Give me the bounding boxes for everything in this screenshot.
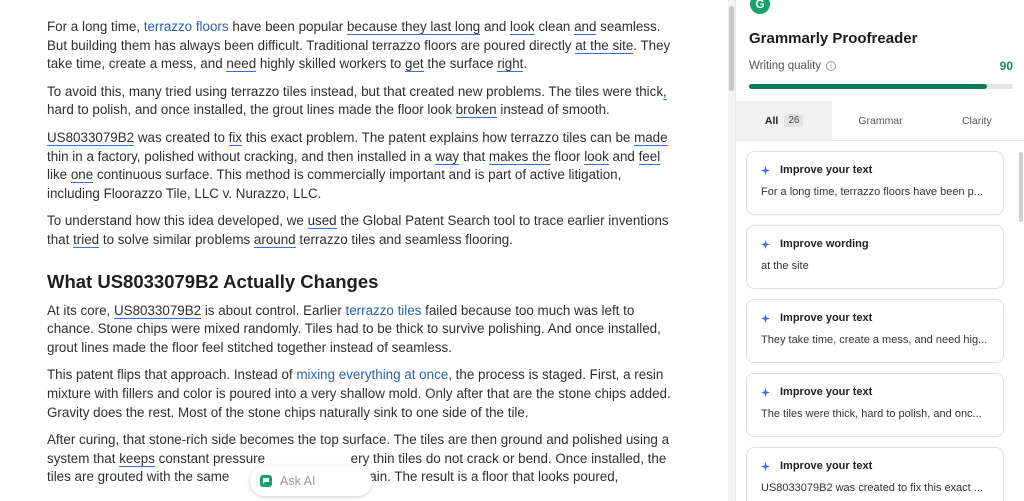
suggestion-type: Improve your text <box>780 386 873 398</box>
tab-all-count: 26 <box>784 114 804 127</box>
suggestion-type: Improve wording <box>780 238 869 250</box>
tab-clarity[interactable]: Clarity <box>929 101 1024 140</box>
link-mixing-everything[interactable]: mixing everything at once <box>296 367 448 382</box>
link-terrazzo-tiles[interactable]: terrazzo tiles <box>346 303 422 318</box>
info-icon[interactable]: i <box>826 61 837 71</box>
suggestion-underline[interactable]: , <box>663 83 667 100</box>
writing-quality-score: 90 <box>999 59 1013 73</box>
suggestion-text: The tiles were thick, hard to polish, an… <box>761 408 982 420</box>
paragraph-5[interactable]: At its core, US8033079B2 is about contro… <box>47 302 672 358</box>
suggestion-underline[interactable]: one <box>70 167 94 184</box>
document-body[interactable]: For a long time, terrazzo floors have be… <box>47 18 672 496</box>
suggestion-underline[interactable]: and <box>574 19 597 35</box>
sparkle-icon <box>761 313 770 323</box>
suggestion-underline[interactable]: tried <box>73 231 100 248</box>
suggestion-underline[interactable]: feel <box>638 148 661 165</box>
sparkle-icon <box>761 461 770 471</box>
editor-scrollbar[interactable] <box>728 0 735 501</box>
suggestion-underline[interactable]: right <box>497 56 524 73</box>
chat-bubble-icon <box>260 475 272 487</box>
tab-all[interactable]: All 26 <box>736 101 833 140</box>
suggestion-underline[interactable]: at the site <box>575 37 634 54</box>
writing-quality-bar-fill <box>749 84 987 89</box>
link-terrazzo-floors[interactable]: terrazzo floors <box>144 19 229 34</box>
suggestion-type: Improve your text <box>780 312 873 324</box>
document-editor[interactable]: For a long time, terrazzo floors have be… <box>0 0 728 501</box>
suggestion-text: For a long time, terrazzo floors have be… <box>761 186 983 198</box>
tab-grammar[interactable]: Grammar <box>832 101 928 140</box>
writing-quality-label: Writing quality <box>749 60 822 72</box>
editor-scrollbar-thumb[interactable] <box>729 6 734 91</box>
sparkle-icon <box>761 387 770 397</box>
suggestion-underline[interactable]: broken <box>455 102 497 119</box>
suggestion-tabs: All 26 Grammar Clarity <box>736 101 1024 141</box>
paragraph-1[interactable]: For a long time, terrazzo floors have be… <box>47 18 672 74</box>
suggestion-card[interactable]: Improve your text They take time, create… <box>746 299 1004 363</box>
paragraph-3[interactable]: US8033079B2 was created to fix this exac… <box>47 129 672 203</box>
section-heading: What US8033079B2 Actually Changes <box>47 270 379 292</box>
sparkle-icon <box>761 239 770 249</box>
suggestion-underline[interactable]: need <box>226 56 257 73</box>
suggestion-card[interactable]: Improve your text The tiles were thick, … <box>746 373 1004 437</box>
suggestion-underline[interactable]: way <box>435 148 460 165</box>
suggestion-card[interactable]: Improve wording at the site <box>746 225 1004 289</box>
suggestion-card[interactable]: Improve your text US8033079B2 was create… <box>746 447 1004 501</box>
paragraph-6[interactable]: This patent flips that approach. Instead… <box>47 366 672 422</box>
grammarly-panel: G Grammarly Proofreader Writing quality … <box>735 0 1024 501</box>
suggestion-underline[interactable]: keeps <box>119 450 155 467</box>
grammarly-logo-icon: G <box>750 0 770 14</box>
writing-quality-row: Writing quality i 90 <box>749 59 1013 73</box>
suggestion-list: Improve your text For a long time, terra… <box>746 151 1004 501</box>
suggestion-underline[interactable]: look <box>510 19 535 35</box>
suggestion-underline[interactable]: makes the <box>488 148 551 165</box>
suggestion-underline[interactable]: made <box>634 129 668 146</box>
suggestion-underline[interactable]: used <box>307 213 337 230</box>
paragraph-2[interactable]: To avoid this, many tried using terrazzo… <box>47 83 672 120</box>
suggestion-text: at the site <box>761 260 809 272</box>
panel-title: Grammarly Proofreader <box>749 30 918 47</box>
suggestion-underline[interactable]: get <box>405 56 424 73</box>
sparkle-icon <box>761 165 770 175</box>
suggestion-text: They take time, create a mess, and need … <box>761 334 988 346</box>
suggestion-type: Improve your text <box>780 164 873 176</box>
suggestion-underline[interactable]: US8033079B2 <box>47 129 135 146</box>
suggestion-underline[interactable]: around <box>253 231 296 248</box>
ask-ai-button[interactable]: Ask AI <box>250 466 372 496</box>
panel-scrollbar-thumb[interactable] <box>1019 152 1023 222</box>
suggestion-text: US8033079B2 was created to fix this exac… <box>761 482 983 494</box>
panel-scrollbar[interactable] <box>1018 140 1024 501</box>
ask-ai-label: Ask AI <box>280 474 316 488</box>
suggestion-type: Improve your text <box>780 460 873 472</box>
suggestion-underline[interactable]: look <box>584 148 609 165</box>
writing-quality-bar <box>749 84 1013 89</box>
suggestion-underline[interactable]: US8033079B2 <box>113 302 202 319</box>
paragraph-4[interactable]: To understand how this idea developed, w… <box>47 212 672 249</box>
suggestion-underline[interactable]: fix <box>228 129 243 146</box>
suggestion-underline[interactable]: because they last long <box>346 19 481 35</box>
suggestion-card[interactable]: Improve your text For a long time, terra… <box>746 151 1004 215</box>
